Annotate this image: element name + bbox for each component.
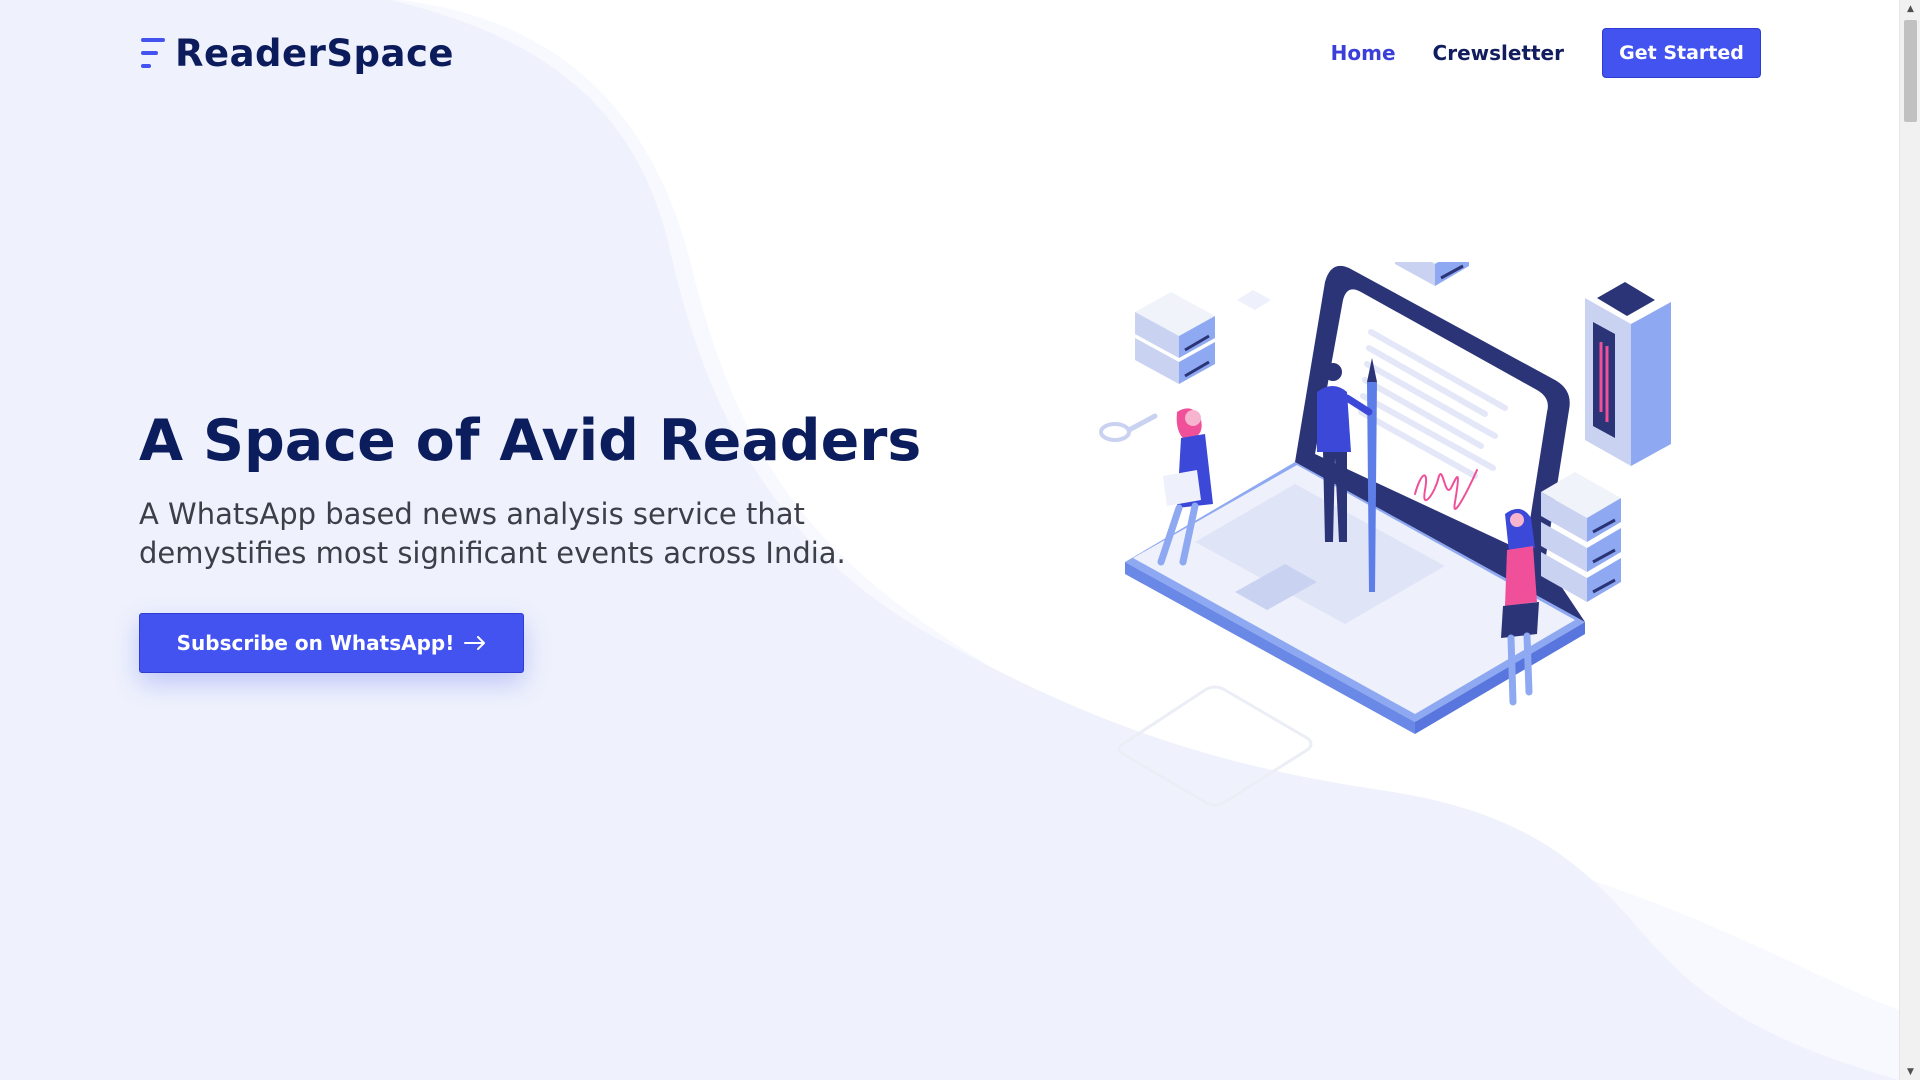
arrow-right-icon xyxy=(464,636,486,650)
server-icon xyxy=(1395,262,1469,286)
get-started-button[interactable]: Get Started xyxy=(1602,28,1761,78)
vertical-scrollbar[interactable]: ▲ ▼ xyxy=(1899,0,1920,1080)
server-icon xyxy=(1135,292,1215,384)
brand-name: ReaderSpace xyxy=(175,31,455,75)
hero-title: A Space of Avid Readers xyxy=(139,408,922,474)
main-nav: Home Crewsletter Get Started xyxy=(1294,28,1761,78)
subscribe-button-label: Subscribe on WhatsApp! xyxy=(176,631,455,655)
server-icon xyxy=(1541,472,1621,602)
hero-subtitle: A WhatsApp based news analysis service t… xyxy=(139,497,846,570)
subscribe-whatsapp-button[interactable]: Subscribe on WhatsApp! xyxy=(139,613,524,673)
menu-lines-icon xyxy=(141,38,165,68)
nav-link-crewsletter[interactable]: Crewsletter xyxy=(1433,41,1564,65)
nav-link-home[interactable]: Home xyxy=(1331,41,1396,65)
scroll-up-icon[interactable]: ▲ xyxy=(1900,0,1920,17)
scroll-down-icon[interactable]: ▼ xyxy=(1900,1063,1920,1080)
key-icon xyxy=(1099,413,1158,442)
floor-tile-shape xyxy=(1117,685,1313,807)
browser-viewport: ReaderSpace Home Crewsletter Get Started… xyxy=(0,0,1920,1080)
hero-section: A Space of Avid Readers A WhatsApp based… xyxy=(139,405,922,573)
hero-illustration xyxy=(1099,262,1671,807)
landing-page: ReaderSpace Home Crewsletter Get Started… xyxy=(0,0,1899,1080)
brand-logo-link[interactable]: ReaderSpace xyxy=(139,32,454,75)
scrollbar-thumb[interactable] xyxy=(1904,20,1917,122)
server-icon xyxy=(1585,276,1671,466)
site-header: ReaderSpace Home Crewsletter Get Started xyxy=(139,27,1761,79)
